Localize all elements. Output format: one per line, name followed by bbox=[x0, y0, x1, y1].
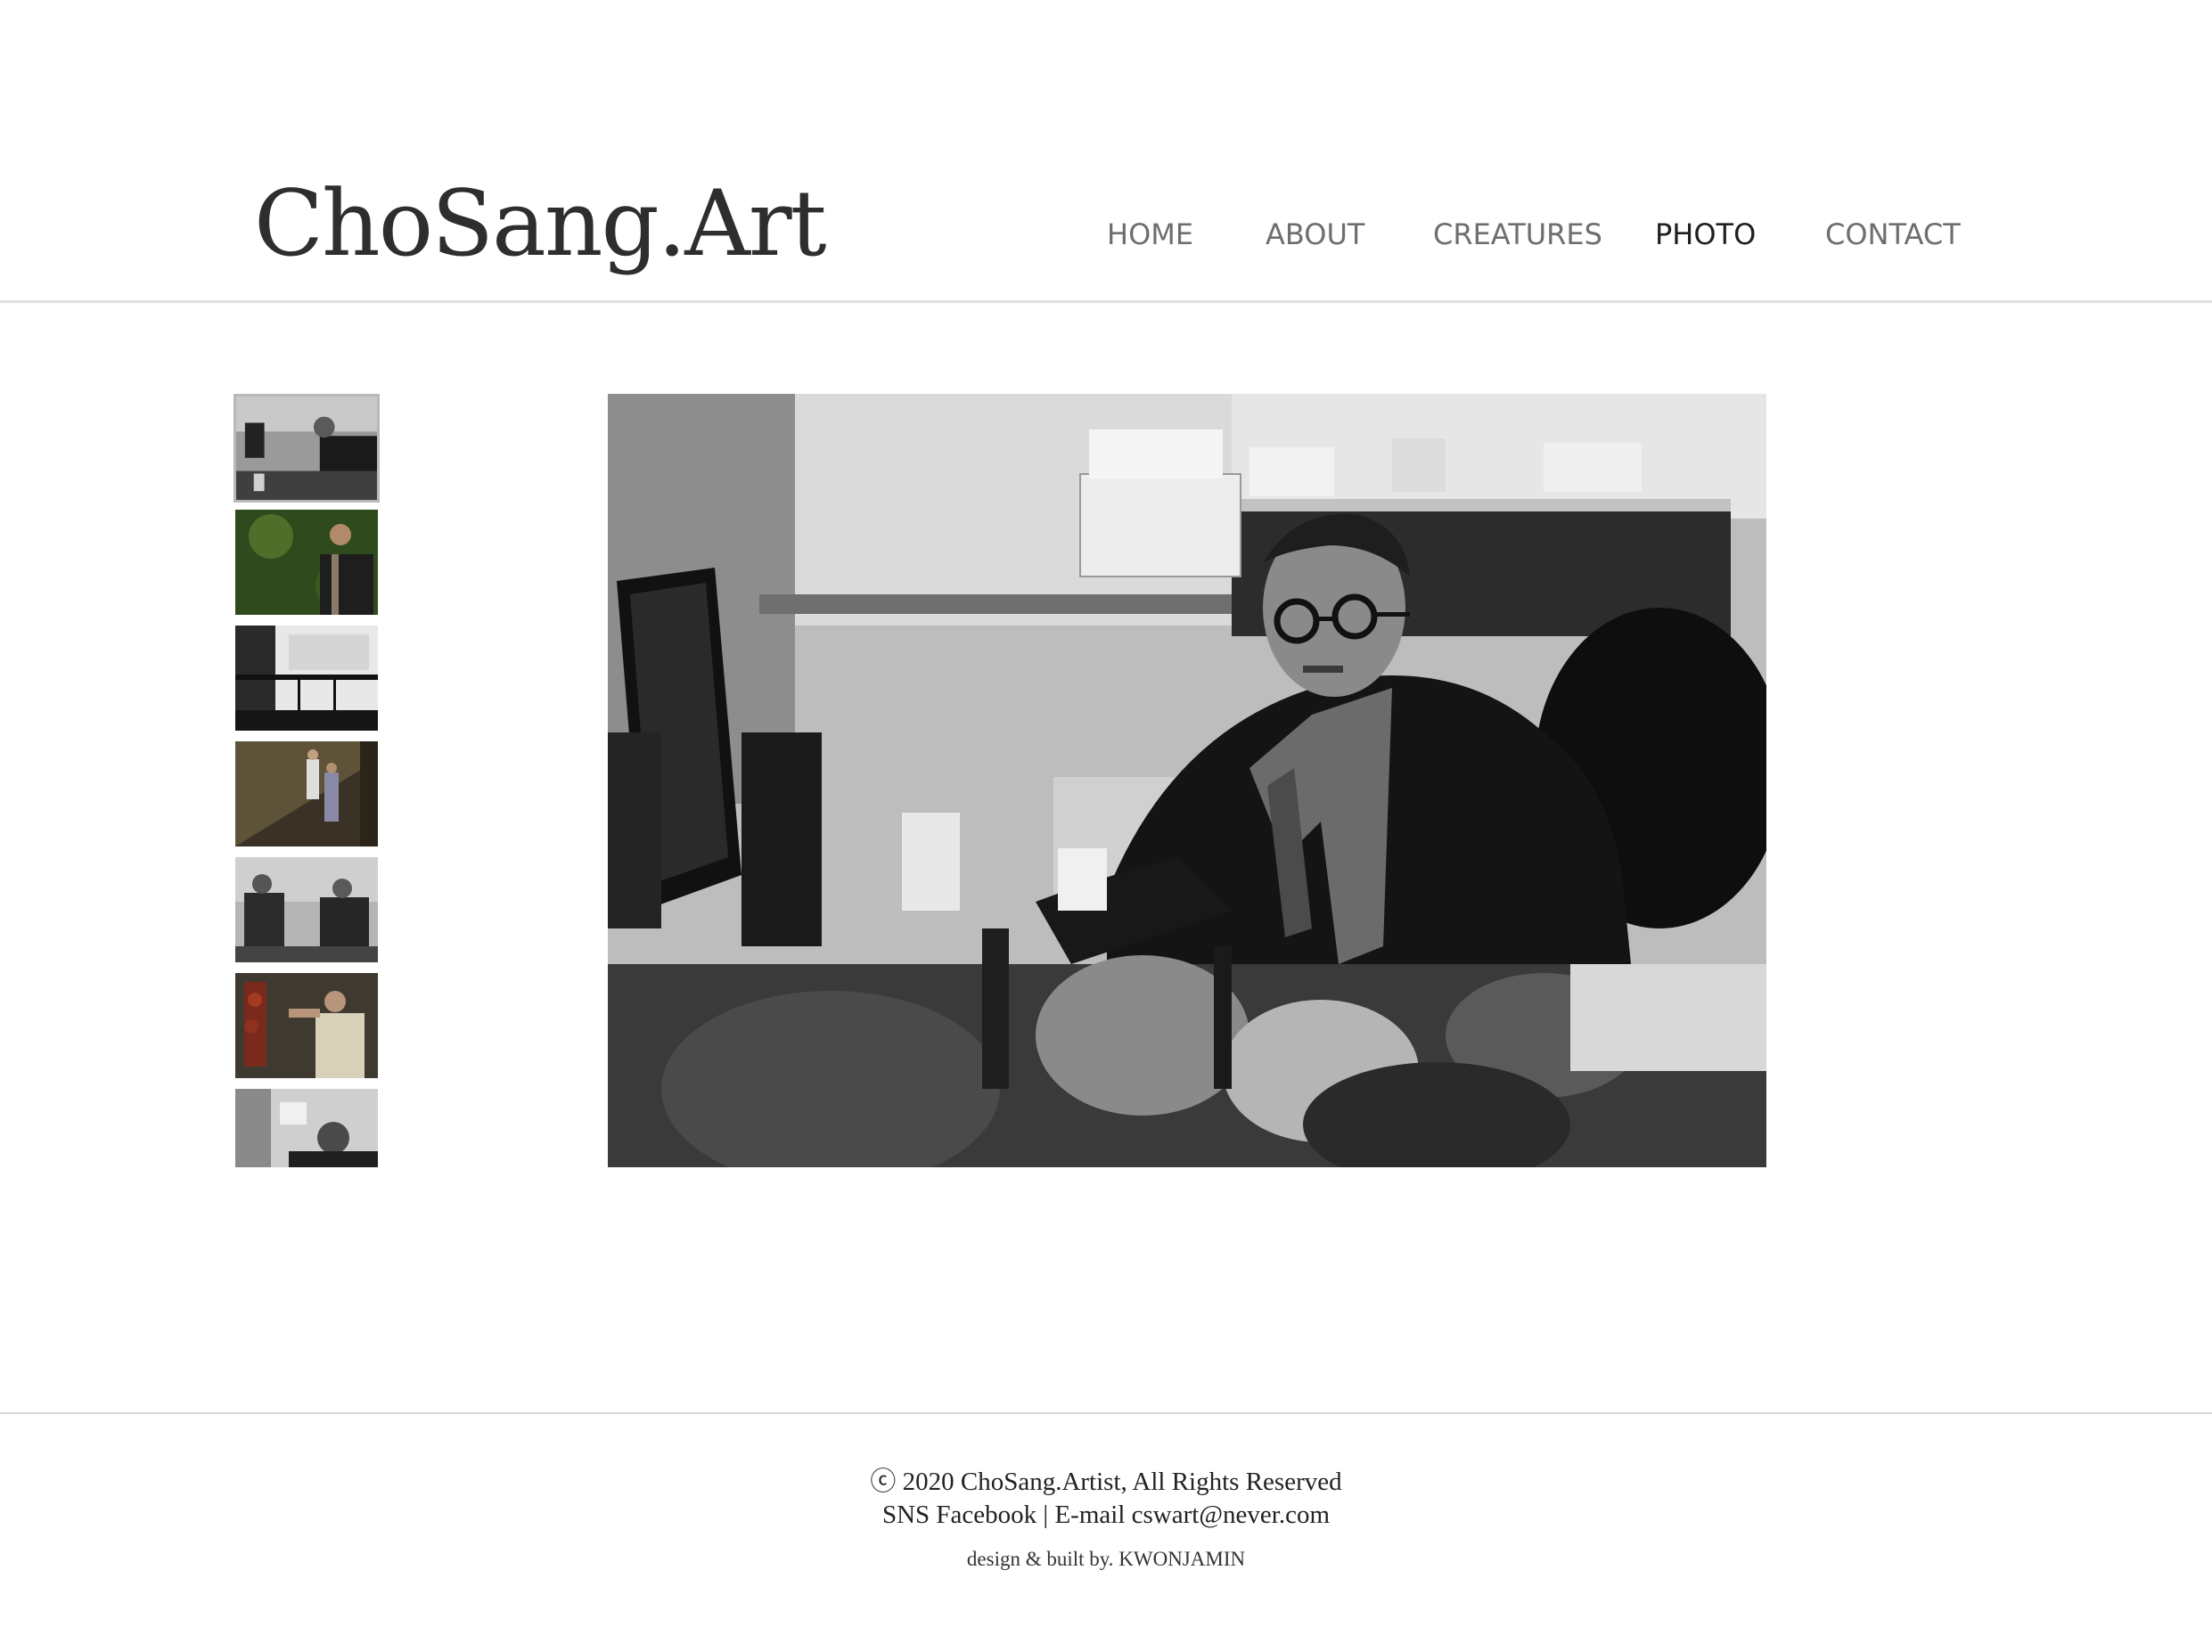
thumbnail-2[interactable] bbox=[235, 510, 378, 615]
nav-home[interactable]: HOME bbox=[1107, 211, 1193, 258]
thumbnail-strip bbox=[233, 394, 381, 1167]
thumbnail-6[interactable] bbox=[235, 973, 378, 1078]
thumbnail-1[interactable] bbox=[233, 394, 380, 503]
nav-creatures[interactable]: CREATURES bbox=[1433, 211, 1602, 258]
main-photo bbox=[608, 394, 1766, 1167]
header-divider bbox=[0, 300, 2212, 303]
credit-text: design & built by. KWONJAMIN bbox=[966, 1548, 1246, 1570]
contact-links[interactable]: SNS Facebook | E-mail cswart@never.com bbox=[0, 1499, 2212, 1532]
thumbnail-4[interactable] bbox=[235, 741, 378, 846]
nav-about[interactable]: ABOUT bbox=[1266, 211, 1364, 258]
site-header: ChoSang.Art HOME ABOUT CREATURES PHOTO C… bbox=[0, 0, 2212, 301]
nav-contact[interactable]: CONTACT bbox=[1825, 211, 1961, 258]
site-footer: ⓒ 2020 ChoSang.Artist, All Rights Reserv… bbox=[0, 1466, 2212, 1573]
copyright-text: ⓒ 2020 ChoSang.Artist, All Rights Reserv… bbox=[870, 1468, 1342, 1496]
thumbnail-5[interactable] bbox=[235, 857, 378, 962]
thumbnail-3[interactable] bbox=[235, 626, 378, 731]
site-logo[interactable]: ChoSang.Art bbox=[254, 169, 827, 280]
nav-photo[interactable]: PHOTO bbox=[1655, 211, 1756, 258]
thumbnail-7[interactable] bbox=[235, 1089, 378, 1167]
footer-divider bbox=[0, 1412, 2212, 1414]
